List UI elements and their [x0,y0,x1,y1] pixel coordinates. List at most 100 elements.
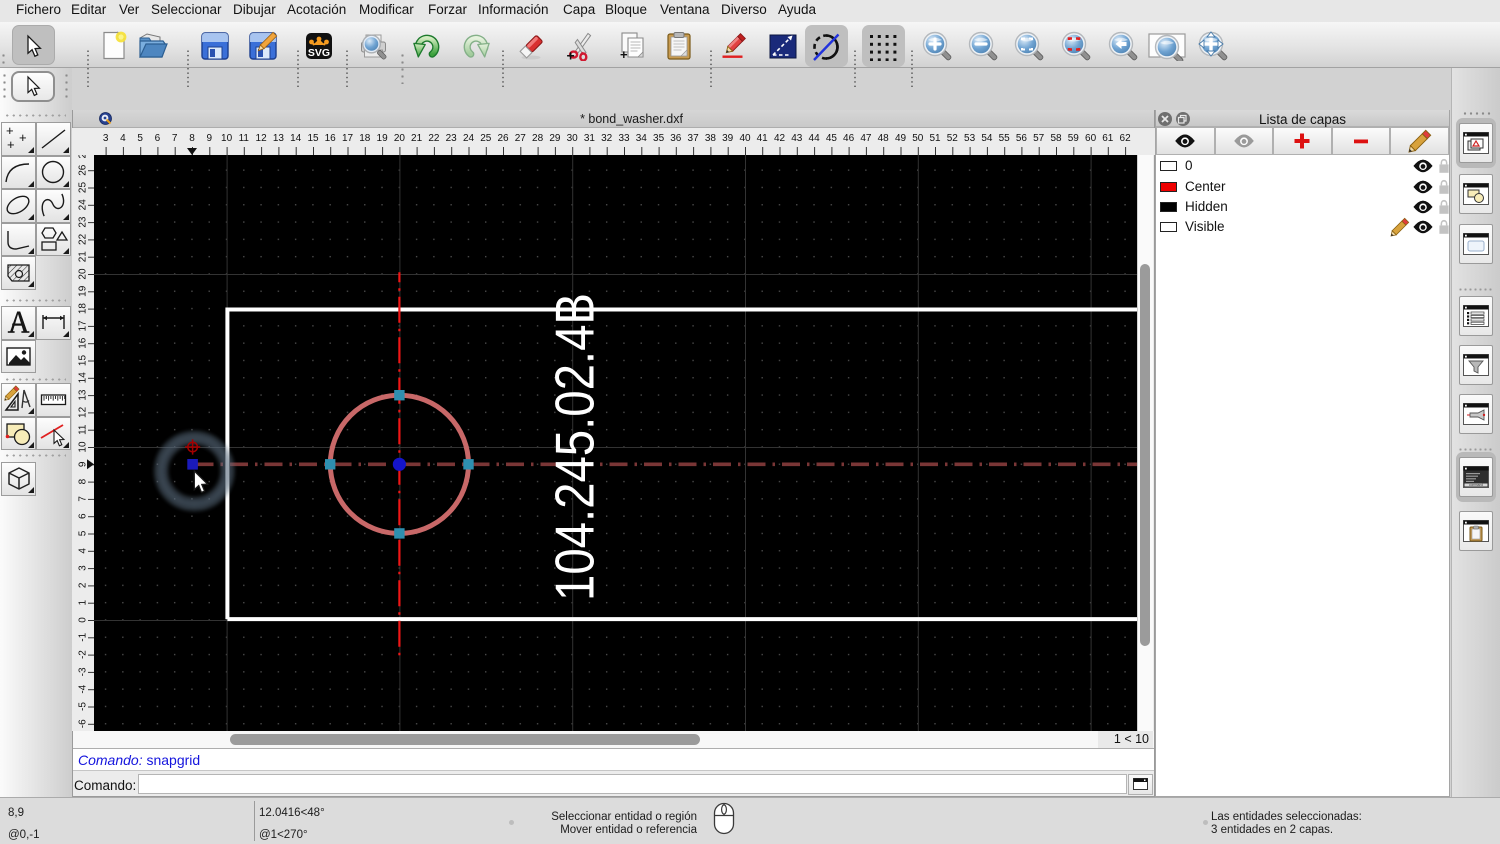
svg-text:56: 56 [1016,133,1028,144]
svg-text:-1: -1 [78,632,89,641]
svg-text:59: 59 [1068,133,1080,144]
svg-text:48: 48 [878,133,890,144]
svg-text:60: 60 [1085,133,1097,144]
svg-text:1: 1 [78,599,89,605]
svg-text:17: 17 [342,133,354,144]
svg-text:26: 26 [497,133,509,144]
svg-text:+: + [620,47,628,61]
svg-text:12: 12 [256,133,268,144]
svg-text:15: 15 [78,355,89,367]
svg-text:+: + [6,123,14,138]
svg-text:+: + [19,130,27,145]
svg-text:40: 40 [739,133,751,144]
svg-text:14: 14 [290,133,302,144]
svg-text:9: 9 [207,133,213,144]
svg-text:12: 12 [78,406,89,418]
svg-text:34: 34 [636,133,648,144]
svg-text:20: 20 [78,268,89,280]
svg-text:15: 15 [307,133,319,144]
svg-text:29: 29 [549,133,561,144]
svg-text:0: 0 [78,617,89,623]
svg-text:43: 43 [791,133,803,144]
svg-text:47: 47 [860,133,872,144]
svg-text:-6: -6 [78,719,89,728]
svg-text:18: 18 [78,303,89,315]
svg-text:32: 32 [601,133,613,144]
svg-text:6: 6 [78,513,89,519]
svg-text:17: 17 [78,320,89,332]
svg-text:3: 3 [78,565,89,571]
svg-text:57: 57 [1033,133,1045,144]
svg-text:20: 20 [394,133,406,144]
svg-text:13: 13 [273,133,285,144]
svg-text:command: command [1469,483,1483,487]
svg-text:54: 54 [981,133,993,144]
svg-text:25: 25 [480,133,492,144]
svg-text:62: 62 [1120,133,1132,144]
svg-text:37: 37 [688,133,700,144]
svg-text:-2: -2 [78,650,89,659]
svg-text:8: 8 [189,133,195,144]
svg-text:30: 30 [567,133,579,144]
svg-text:42: 42 [774,133,786,144]
svg-text:25: 25 [78,182,89,194]
svg-text:24: 24 [78,199,89,211]
svg-text:27: 27 [78,155,89,158]
svg-text:-3: -3 [78,667,89,676]
svg-text:4: 4 [78,548,89,554]
svg-text:10: 10 [221,133,233,144]
svg-text:11: 11 [78,424,89,435]
svg-text:SVG: SVG [308,47,330,59]
svg-text:28: 28 [532,133,544,144]
svg-text:46: 46 [843,133,855,144]
svg-text:36: 36 [670,133,682,144]
svg-text:5: 5 [137,133,143,144]
svg-text:41: 41 [757,133,769,144]
svg-text:+: + [7,137,15,152]
svg-text:-4: -4 [78,684,89,693]
svg-text:7: 7 [172,133,178,144]
svg-text:22: 22 [78,233,89,245]
svg-text:27: 27 [515,133,527,144]
svg-text:50: 50 [912,133,924,144]
svg-text:38: 38 [705,133,717,144]
svg-text:+: + [567,48,575,62]
svg-text:22: 22 [428,133,440,144]
svg-text:11: 11 [239,133,250,144]
svg-text:31: 31 [584,133,596,144]
svg-text:33: 33 [618,133,630,144]
svg-text:23: 23 [78,216,89,228]
svg-text:7: 7 [78,496,89,502]
svg-text:5: 5 [78,530,89,536]
svg-text:23: 23 [446,133,458,144]
svg-text:10: 10 [78,441,89,453]
svg-text:61: 61 [1102,133,1114,144]
svg-text:19: 19 [377,133,389,144]
svg-text:4: 4 [120,133,126,144]
svg-text:21: 21 [411,133,423,144]
svg-text:51: 51 [929,133,941,144]
svg-text:18: 18 [359,133,371,144]
svg-text:9: 9 [78,461,89,467]
svg-text:45: 45 [826,133,838,144]
svg-text:104.245.02.4B: 104.245.02.4B [544,293,606,601]
svg-text:26: 26 [78,164,89,176]
svg-text:39: 39 [722,133,734,144]
svg-text:49: 49 [895,133,907,144]
svg-text:8: 8 [78,478,89,484]
svg-text:3: 3 [103,133,109,144]
svg-text:44: 44 [809,133,821,144]
svg-text:14: 14 [78,372,89,384]
svg-text:13: 13 [78,389,89,401]
svg-text:16: 16 [78,337,89,349]
svg-text:19: 19 [78,285,89,297]
svg-text:53: 53 [964,133,976,144]
svg-text:55: 55 [999,133,1011,144]
svg-text:52: 52 [947,133,959,144]
svg-text:16: 16 [325,133,337,144]
svg-text:6: 6 [155,133,161,144]
svg-text:58: 58 [1050,133,1062,144]
svg-text:-5: -5 [78,702,89,711]
svg-text:35: 35 [653,133,665,144]
svg-text:21: 21 [78,251,89,263]
